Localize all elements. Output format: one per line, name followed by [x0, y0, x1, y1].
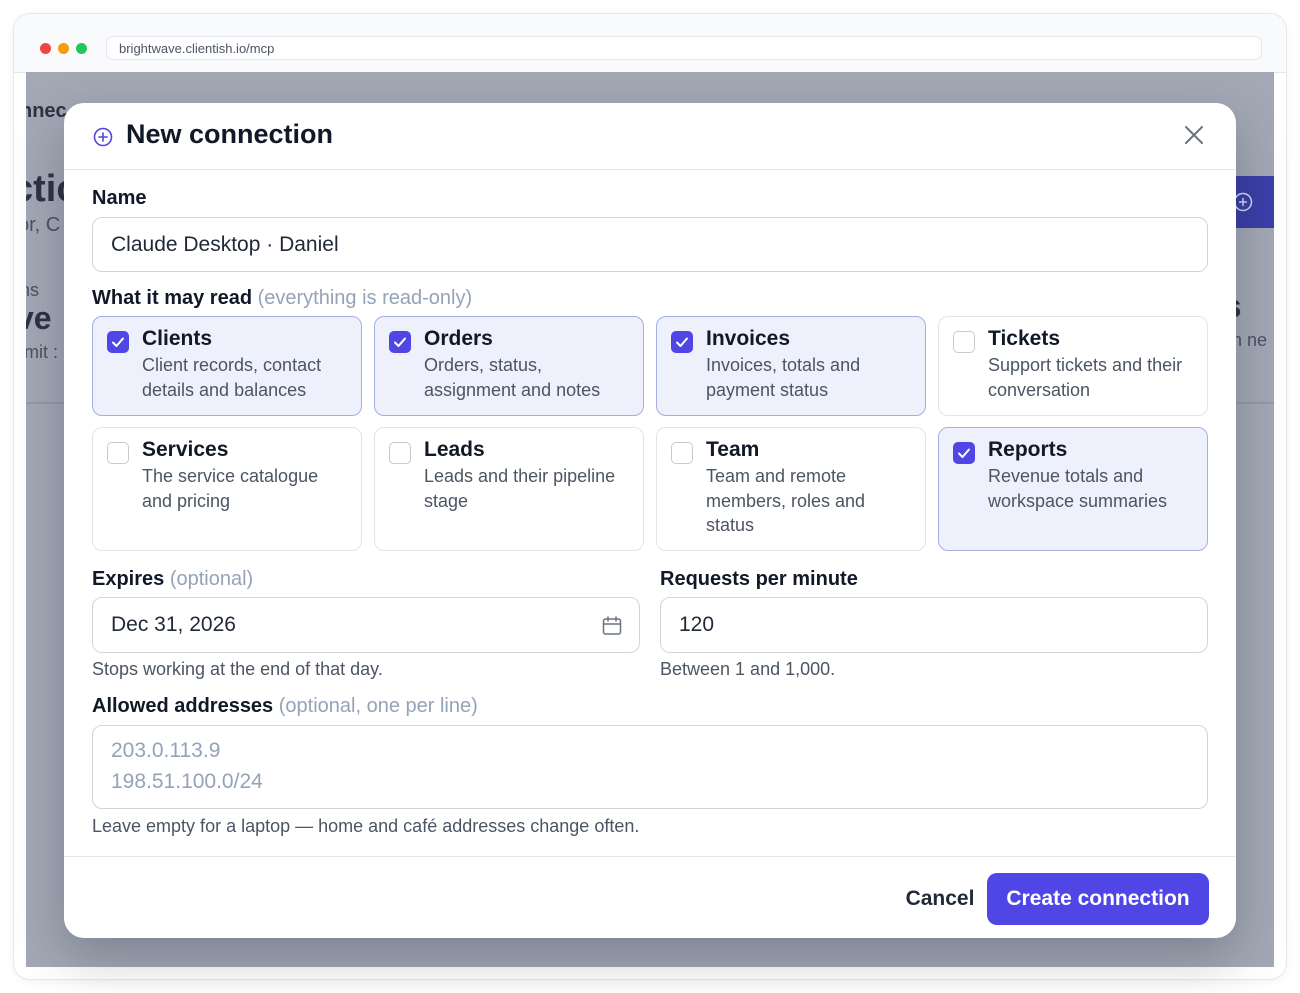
name-label: Name [92, 187, 147, 209]
scope-title: Tickets [988, 327, 1060, 350]
checkmark-icon [394, 337, 406, 347]
addresses-placeholder-line-2: 198.51.100.0/24 [111, 770, 263, 793]
background-stat-label: ns [26, 280, 40, 300]
checkmark-icon [112, 337, 124, 347]
scope-title: Services [142, 438, 229, 461]
scope-description: Leads and their pipeline stage [424, 466, 616, 511]
rate-label: Requests per minute [660, 568, 858, 590]
expires-label-text: Expires [92, 568, 165, 590]
checkmark-icon [676, 337, 688, 347]
rate-help-text: Between 1 and 1,000. [660, 659, 836, 679]
scope-card-tickets[interactable]: Tickets Support tickets and their convers… [938, 316, 1208, 416]
scope-card-reports[interactable]: Reports Revenue totals and workspace summ… [938, 427, 1208, 551]
new-connection-dialog: New connection Name Claude Desktop · Dan… [64, 103, 1236, 938]
plus-circle-icon [1233, 192, 1253, 212]
scope-description: Revenue totals and workspace summaries [988, 466, 1168, 511]
background-stat-note: imit : [26, 342, 58, 362]
scope-checkbox[interactable] [953, 331, 975, 353]
dialog-title: New connection [126, 119, 334, 149]
expires-label: Expires (optional) [92, 568, 253, 591]
scope-checkbox[interactable] [389, 442, 411, 464]
expires-help-text: Stops working at the end of that day. [92, 659, 383, 679]
calendar-icon[interactable] [601, 615, 623, 637]
scope-title: Invoices [706, 327, 791, 350]
scope-title: Team [706, 438, 760, 461]
close-icon[interactable] [1182, 123, 1206, 147]
scope-checkbox[interactable] [671, 331, 693, 353]
addresses-label-text: Allowed addresses [92, 695, 274, 717]
addresses-label: Allowed addresses (optional, one per lin… [92, 695, 478, 718]
scope-card-invoices[interactable]: Invoices Invoices, totals and payment sta… [656, 316, 926, 416]
address-bar[interactable]: brightwave.clientish.io/mcp [106, 36, 1262, 60]
scopes-label: What it may read (everything is read-onl… [92, 287, 472, 310]
scope-description: Support tickets and their conversation [988, 355, 1183, 400]
plus-circle-icon [93, 127, 113, 147]
scope-checkbox[interactable] [107, 331, 129, 353]
create-connection-button[interactable]: Create connection [987, 873, 1209, 925]
scope-title: Clients [142, 327, 213, 350]
scope-card-orders[interactable]: Orders Orders, status, assignment and not… [374, 316, 644, 416]
scope-card-team[interactable]: Team Team and remote members, roles and s… [656, 427, 926, 551]
scope-description: Team and remote members, roles and statu… [706, 466, 866, 535]
close-window-dot[interactable] [40, 43, 51, 54]
rate-input-value: 120 [679, 613, 715, 636]
dialog-header: New connection [64, 103, 1236, 170]
scope-card-leads[interactable]: Leads Leads and their pipeline stage [374, 427, 644, 551]
browser-chrome: brightwave.clientish.io/mcp [14, 14, 1286, 73]
expires-label-hint: (optional) [169, 568, 254, 590]
scope-description: The service catalogue and pricing [142, 466, 319, 511]
scope-description: Orders, status, assignment and notes [424, 355, 601, 400]
scope-checkbox[interactable] [389, 331, 411, 353]
expires-input-value: Dec 31, 2026 [111, 613, 236, 636]
maximize-window-dot[interactable] [76, 43, 87, 54]
scope-title: Reports [988, 438, 1068, 461]
scope-title: Leads [424, 438, 485, 461]
scopes-label-text: What it may read [92, 287, 253, 309]
addresses-placeholder-line-1: 203.0.113.9 [111, 739, 221, 762]
addresses-label-hint: (optional, one per line) [278, 695, 478, 717]
background-breadcrumb: nnec [26, 100, 67, 122]
name-input-value: Claude Desktop · Daniel [111, 233, 339, 256]
background-stat-value: ve [26, 300, 52, 336]
scope-checkbox[interactable] [671, 442, 693, 464]
scope-checkbox[interactable] [953, 442, 975, 464]
scope-card-services[interactable]: Services The service catalogue and pricin… [92, 427, 362, 551]
expires-date-input[interactable]: Dec 31, 2026 [92, 597, 640, 653]
scope-description: Client records, contact details and bala… [142, 355, 322, 400]
minimize-window-dot[interactable] [58, 43, 69, 54]
addresses-textarea[interactable]: 203.0.113.9 198.51.100.0/24 [92, 725, 1208, 809]
rate-input[interactable]: 120 [660, 597, 1208, 653]
scope-description: Invoices, totals and payment status [706, 355, 861, 400]
scope-checkbox[interactable] [107, 442, 129, 464]
checkmark-icon [958, 448, 970, 458]
name-input[interactable]: Claude Desktop · Daniel [92, 217, 1208, 272]
cancel-button[interactable]: Cancel [884, 873, 996, 925]
scope-card-clients[interactable]: Clients Client records, contact details a… [92, 316, 362, 416]
dialog-footer: Cancel Create connection [64, 856, 1236, 938]
scope-title: Orders [424, 327, 493, 350]
scopes-label-hint: (everything is read-only) [257, 287, 473, 309]
background-page-subtitle: or, C [26, 214, 61, 236]
addresses-help-text: Leave empty for a laptop — home and café… [92, 816, 640, 836]
